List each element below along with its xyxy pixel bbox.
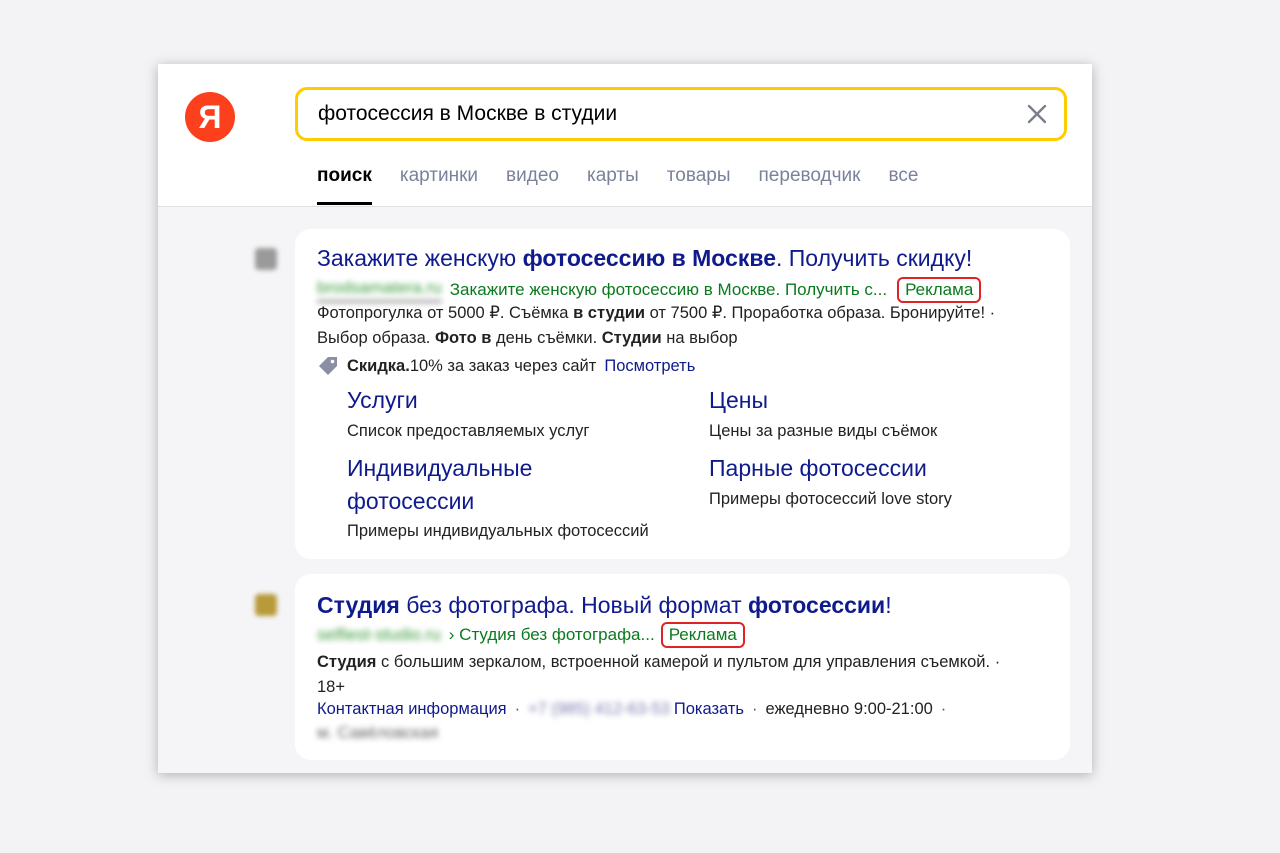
snippet-text: Фотопрогулка от 5000 ₽. Съёмка bbox=[317, 304, 574, 322]
title-text: без фотографа. Новый формат bbox=[399, 592, 749, 618]
result2-url[interactable]: selfiest-studio.ru › Студия без фотограф… bbox=[317, 622, 745, 648]
metro-station: м. Савёловская bbox=[317, 724, 439, 742]
result1-snippet: Фотопрогулка от 5000 ₽. Съёмка в студии … bbox=[317, 301, 1057, 351]
result1-promo: Скидка. 10% за заказ через сайт Посмотре… bbox=[317, 355, 695, 377]
snippet-text: с большим зеркалом, встроенной камерой и… bbox=[376, 653, 1001, 671]
sitelink-prices-desc: Цены за разные виды съёмок bbox=[709, 422, 938, 440]
separator: · bbox=[514, 700, 521, 718]
snippet-bold: в студии bbox=[573, 304, 645, 322]
snippet-text: на выбор bbox=[661, 329, 738, 347]
search-input[interactable] bbox=[318, 90, 998, 138]
result2-address: м. Савёловская bbox=[317, 724, 438, 743]
result2-url-text: › Студия без фотографа... bbox=[448, 625, 655, 644]
result1-url[interactable]: brodsamatera.ru Закажите женскую фотосес… bbox=[317, 277, 982, 303]
title-bold: Студия bbox=[317, 592, 400, 618]
search-tabs: поиск картинки видео карты товары перево… bbox=[317, 162, 946, 206]
ad-badge: Реклама bbox=[660, 622, 745, 648]
ad-badge: Реклама bbox=[897, 277, 982, 303]
tab-all[interactable]: все bbox=[888, 162, 918, 206]
title-text: . Получить скидку! bbox=[775, 245, 973, 271]
sitelink-services[interactable]: Услуги bbox=[347, 384, 418, 417]
result2-title[interactable]: Студия без фотографа. Новый формат фотос… bbox=[317, 592, 892, 619]
browser-window: Я поиск картинки видео карты товары пере… bbox=[158, 64, 1092, 773]
contact-info-link[interactable]: Контактная информация bbox=[317, 700, 507, 719]
snippet-text: от 7500 ₽. Проработка образа. Бронируйте… bbox=[645, 304, 996, 322]
snippet-bold: Студия bbox=[317, 653, 377, 671]
result2-snippet: Студия с большим зеркалом, встроенной ка… bbox=[317, 650, 1057, 700]
title-text: Закажите женскую bbox=[317, 245, 523, 271]
tab-translator[interactable]: переводчик bbox=[759, 162, 861, 206]
tab-images[interactable]: картинки bbox=[400, 162, 478, 206]
promo-bold: Скидка. bbox=[347, 356, 410, 375]
tag-icon bbox=[319, 357, 337, 375]
tab-maps[interactable]: карты bbox=[587, 162, 639, 206]
result1-favicon bbox=[255, 248, 277, 270]
sitelink-prices[interactable]: Цены bbox=[709, 384, 768, 417]
show-phone-link[interactable]: Показать bbox=[674, 700, 744, 719]
result2-favicon bbox=[255, 594, 277, 616]
tab-video[interactable]: видео bbox=[506, 162, 559, 206]
title-text: ! bbox=[885, 592, 892, 618]
search-header: Я поиск картинки видео карты товары пере… bbox=[158, 64, 1092, 207]
tab-products[interactable]: товары bbox=[667, 162, 731, 206]
result2-domain: selfiest-studio.ru bbox=[317, 625, 441, 644]
snippet-bold: Студии bbox=[601, 329, 662, 347]
phone-number: +7 (985) 412-63-53 bbox=[528, 700, 670, 718]
result1-url-text: Закажите женскую фотосессию в Москве. По… bbox=[449, 280, 888, 299]
search-box bbox=[295, 87, 1067, 141]
result1-domain: brodsamatera.ru bbox=[317, 278, 442, 303]
promo-link[interactable]: Посмотреть bbox=[604, 357, 695, 376]
sitelink-couple[interactable]: Парные фотосессии bbox=[709, 452, 927, 485]
snippet-text: 18+ bbox=[317, 678, 345, 696]
promo-text: 10% за заказ через сайт bbox=[409, 356, 597, 375]
separator: · bbox=[940, 700, 947, 718]
result2-meta: Контактная информация · +7 (985) 412-63-… bbox=[317, 700, 954, 719]
clear-icon[interactable] bbox=[1024, 101, 1050, 127]
snippet-text: день съёмки. bbox=[491, 329, 602, 347]
opening-hours: ежедневно 9:00-21:00 bbox=[765, 700, 933, 718]
snippet-text: Выбор образа. bbox=[317, 329, 435, 347]
separator: · bbox=[752, 700, 758, 718]
yandex-logo[interactable]: Я bbox=[185, 92, 235, 142]
sitelink-individual-desc: Примеры индивидуальных фотосессий bbox=[347, 522, 649, 540]
ad-result-1: Закажите женскую фотосессию в Москве. По… bbox=[295, 229, 1070, 559]
sitelink-individual[interactable]: Индивидуальные фотосессии bbox=[347, 452, 577, 518]
title-bold: фотосессии bbox=[748, 592, 886, 618]
sitelink-services-desc: Список предоставляемых услуг bbox=[347, 422, 590, 440]
snippet-bold: Фото в bbox=[434, 329, 492, 347]
ad-result-2: Студия без фотографа. Новый формат фотос… bbox=[295, 574, 1070, 760]
result1-title[interactable]: Закажите женскую фотосессию в Москве. По… bbox=[317, 245, 972, 272]
tab-search[interactable]: поиск bbox=[317, 162, 372, 206]
title-bold: фотосессию в Москве bbox=[522, 245, 776, 271]
sitelink-couple-desc: Примеры фотосессий love story bbox=[709, 490, 952, 508]
